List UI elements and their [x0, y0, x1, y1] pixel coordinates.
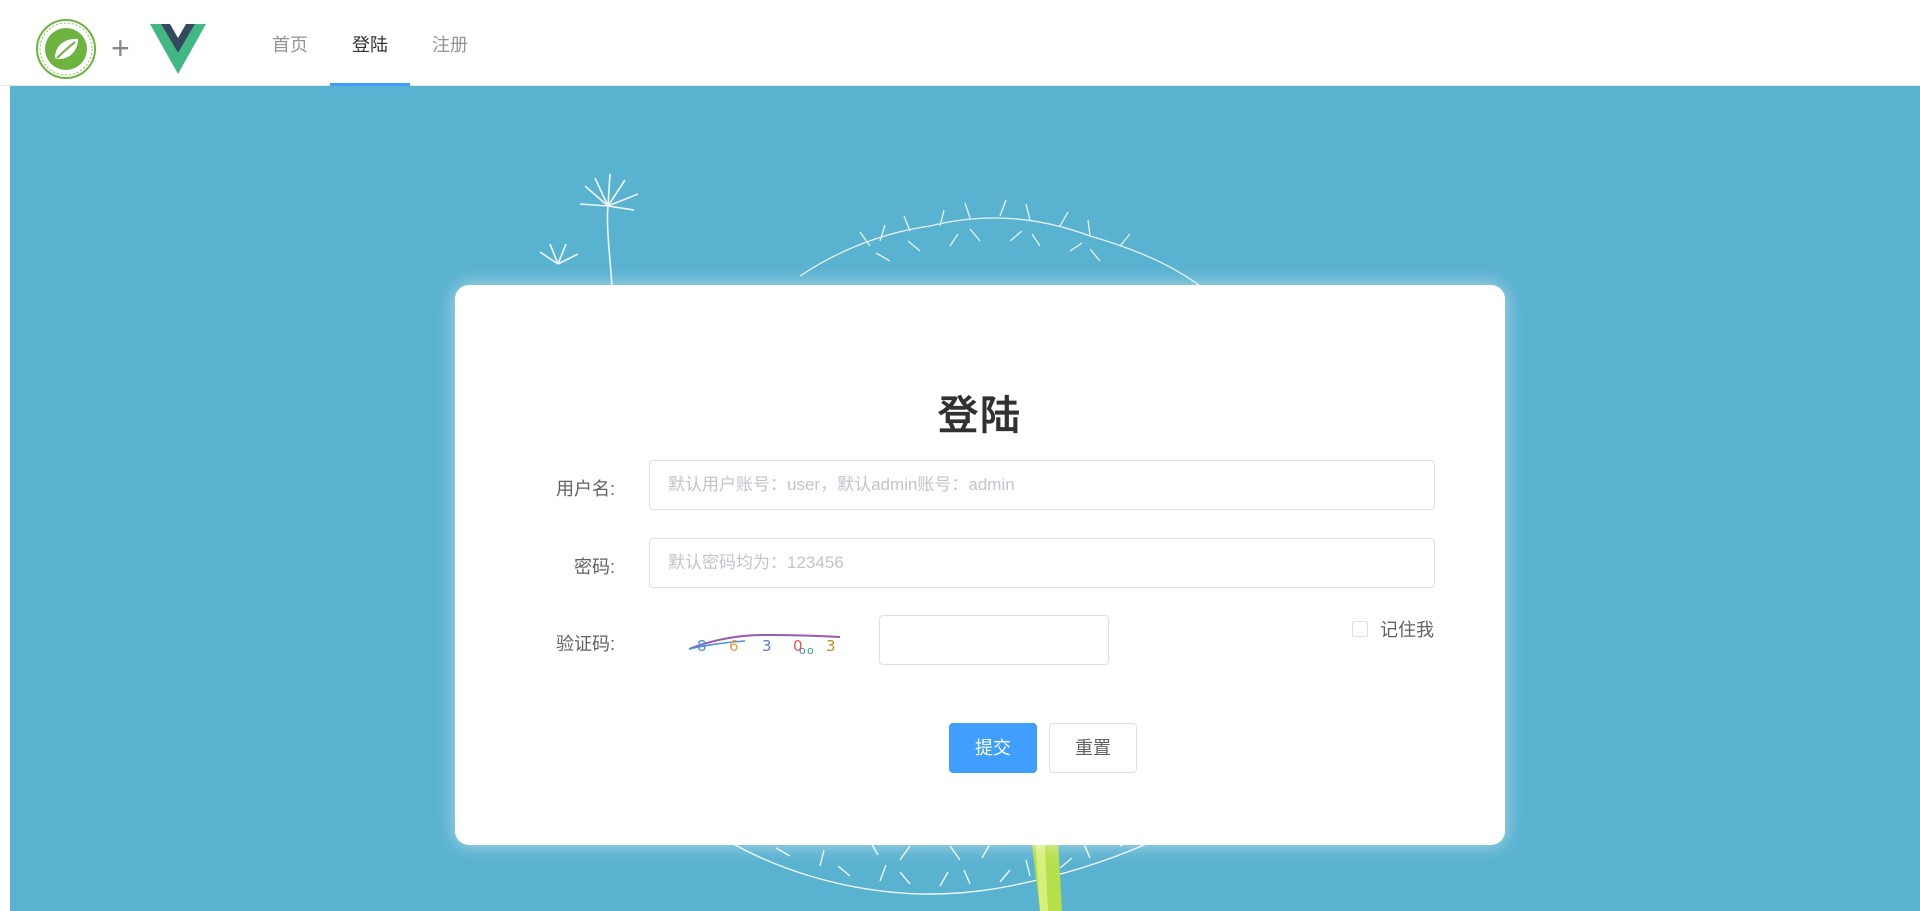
- login-background: 登陆 用户名: 密码: 验证码: 8 6 3 0 o o 3 记住我 提交 重置: [10, 86, 1920, 911]
- captcha-input[interactable]: [879, 615, 1109, 665]
- username-input[interactable]: [649, 460, 1435, 510]
- password-label: 密码:: [573, 557, 615, 577]
- captcha-image[interactable]: 8 6 3 0 o o 3: [685, 625, 845, 665]
- captcha-char: 3: [762, 637, 772, 655]
- password-input[interactable]: [649, 538, 1435, 588]
- submit-button[interactable]: 提交: [949, 723, 1037, 773]
- remember-me-checkbox[interactable]: 记住我: [1352, 616, 1434, 642]
- nav-item-register[interactable]: 注册: [410, 0, 490, 86]
- captcha-char: o: [807, 644, 814, 657]
- captcha-char: 8: [697, 637, 707, 655]
- login-card: 登陆 用户名: 密码: 验证码: 8 6 3 0 o o 3 记住我 提交 重置: [455, 285, 1505, 845]
- remember-me-label: 记住我: [1380, 620, 1434, 640]
- spring-logo-icon[interactable]: [35, 18, 97, 80]
- login-title: 登陆: [938, 394, 1022, 438]
- captcha-label: 验证码:: [555, 634, 615, 654]
- plus-sign: +: [111, 30, 130, 66]
- nav-item-home[interactable]: 首页: [250, 0, 330, 86]
- vue-logo-icon[interactable]: [150, 24, 206, 74]
- captcha-char: 6: [729, 637, 739, 655]
- nav-item-login[interactable]: 登陆: [330, 0, 410, 86]
- username-label: 用户名:: [555, 479, 615, 499]
- main-nav: 首页 登陆 注册: [250, 0, 490, 86]
- checkbox-icon[interactable]: [1352, 621, 1368, 637]
- captcha-char: 3: [826, 637, 836, 655]
- top-navbar: + 首页 登陆 注册: [0, 0, 1920, 86]
- captcha-char: o: [799, 644, 806, 657]
- reset-button[interactable]: 重置: [1049, 723, 1137, 773]
